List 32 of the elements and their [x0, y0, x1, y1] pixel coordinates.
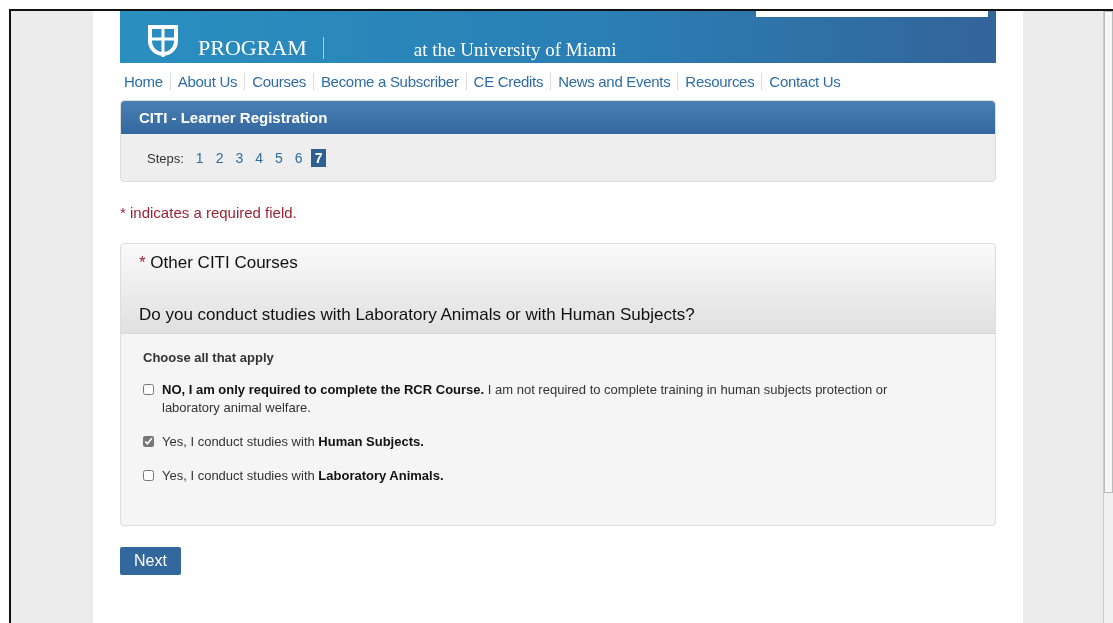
nav-link[interactable]: Resources	[677, 73, 762, 90]
banner-subtitle: at the University of Miami	[413, 39, 617, 61]
checkbox[interactable]	[143, 384, 154, 395]
scrollbar[interactable]	[1103, 11, 1113, 623]
section-title: * Other CITI Courses	[139, 253, 299, 273]
checkbox[interactable]	[143, 436, 154, 447]
step-link[interactable]: 4	[251, 149, 268, 167]
logo-text: PROGRAM	[198, 37, 324, 59]
steps-label: Steps:	[147, 150, 184, 166]
nav-link[interactable]: News and Events	[550, 73, 678, 90]
question-text: Do you conduct studies with Laboratory Animals or with Human Subjects?	[139, 305, 696, 325]
nav-link[interactable]: Become a Subscriber	[312, 73, 466, 90]
option-label: Yes, I conduct studies with Human Subjects.	[162, 433, 424, 451]
option-label: Yes, I conduct studies with Laboratory Animals.	[162, 467, 444, 485]
step-link[interactable]: 2	[211, 149, 228, 167]
step-link[interactable]: 6	[290, 149, 307, 167]
instruction-text: Choose all that apply	[143, 350, 275, 365]
step-link[interactable]: 3	[231, 149, 248, 167]
nav-link[interactable]: Home	[120, 73, 170, 90]
search-field[interactable]	[756, 11, 988, 17]
required-note: * indicates a required field.	[120, 204, 298, 221]
step-link[interactable]: 1	[191, 149, 208, 167]
step-link[interactable]: 7	[310, 149, 327, 167]
nav-link[interactable]: CE Credits	[465, 73, 551, 90]
nav-link[interactable]: Courses	[244, 73, 313, 90]
checkbox[interactable]	[143, 470, 154, 481]
option-label: NO, I am only required to complete the RCR Course. I am not required to complete training in human subjects protection or laboratory animal welfare.	[162, 381, 889, 417]
nav-link[interactable]: About Us	[169, 73, 245, 90]
panel-title: CITI - Learner Registration	[121, 101, 995, 134]
step-link[interactable]: 5	[271, 149, 287, 167]
nav-link[interactable]: Contact Us	[761, 73, 848, 90]
next-button[interactable]: Next	[120, 547, 181, 575]
